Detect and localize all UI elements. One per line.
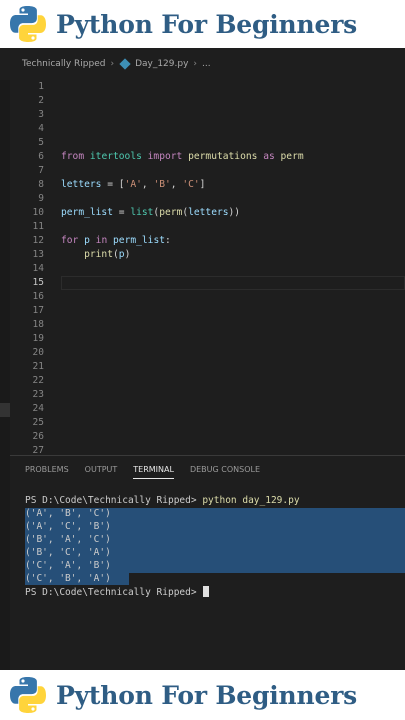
terminal-output-line: ('A', 'C', 'B') — [25, 521, 111, 532]
chevron-right-icon: › — [193, 59, 198, 69]
line-number: 24 — [32, 403, 44, 414]
line-number: 10 — [32, 207, 44, 218]
banner-title: Python For Beginners — [56, 680, 358, 710]
code-line-for[interactable]: for p in perm_list: — [61, 234, 171, 248]
line-number: 23 — [32, 389, 44, 400]
breadcrumb-folder[interactable]: Technically Ripped — [22, 59, 105, 69]
line-number: 25 — [32, 417, 44, 428]
terminal-final-prompt[interactable]: PS D:\Code\Technically Ripped> — [25, 586, 210, 599]
tab-output[interactable]: OUTPUT — [85, 456, 118, 482]
code-line-letters[interactable]: letters = ['A', 'B', 'C'] — [61, 178, 205, 192]
line-number: 1 — [38, 81, 44, 92]
terminal-output-line: ('C', 'A', 'B') — [25, 560, 111, 571]
line-number: 18 — [32, 319, 44, 330]
line-number: 26 — [32, 431, 44, 442]
line-number: 16 — [32, 291, 44, 302]
current-line-highlight — [61, 276, 405, 290]
line-number: 12 — [32, 235, 44, 246]
code-line-import[interactable]: from itertools import permutations as pe… — [61, 150, 304, 164]
terminal-output-line: ('B', 'A', 'C') — [25, 534, 111, 545]
line-number: 3 — [38, 109, 44, 120]
chevron-right-icon: › — [110, 59, 115, 69]
line-number: 2 — [38, 95, 44, 106]
breadcrumb: Technically Ripped › Day_129.py › ... — [0, 48, 405, 80]
code-line-perm-list[interactable]: perm_list = list(perm(letters)) — [61, 206, 240, 220]
line-number: 8 — [38, 179, 44, 190]
python-logo-icon — [10, 6, 46, 42]
line-number: 5 — [38, 137, 44, 148]
bottom-panel: PROBLEMS OUTPUT TERMINAL DEBUG CONSOLE P… — [10, 455, 405, 670]
breadcrumb-more[interactable]: ... — [202, 59, 211, 69]
line-number: 19 — [32, 333, 44, 344]
tab-problems[interactable]: PROBLEMS — [25, 456, 69, 482]
line-number: 9 — [38, 193, 44, 204]
line-number: 14 — [32, 263, 44, 274]
panel-tabs: PROBLEMS OUTPUT TERMINAL DEBUG CONSOLE — [10, 456, 405, 482]
tab-debug-console[interactable]: DEBUG CONSOLE — [190, 456, 260, 482]
banner-title: Python For Beginners — [56, 9, 358, 39]
python-logo-icon — [10, 677, 46, 713]
line-number: 7 — [38, 165, 44, 176]
top-banner: Python For Beginners — [0, 0, 405, 48]
code-line-print[interactable]: print(p) — [61, 248, 130, 262]
line-number-active: 15 — [32, 277, 44, 288]
line-number: 20 — [32, 347, 44, 358]
line-number: 22 — [32, 375, 44, 386]
terminal-command-line: PS D:\Code\Technically Ripped> python da… — [25, 495, 300, 506]
terminal-output-line: ('C', 'B', 'A') — [25, 573, 111, 584]
vscode-window: Technically Ripped › Day_129.py › ... 1 … — [0, 48, 405, 670]
line-number: 21 — [32, 361, 44, 372]
line-number: 17 — [32, 305, 44, 316]
line-number: 6 — [38, 151, 44, 162]
line-number: 13 — [32, 249, 44, 260]
scroll-marker — [0, 403, 10, 417]
tab-terminal[interactable]: TERMINAL — [133, 456, 174, 482]
terminal-cursor — [203, 586, 210, 597]
bottom-banner: Python For Beginners — [0, 670, 405, 720]
breadcrumb-file[interactable]: Day_129.py — [135, 59, 188, 69]
line-number: 11 — [32, 221, 44, 232]
activity-strip — [0, 80, 10, 670]
terminal-output-line: ('B', 'C', 'A') — [25, 547, 111, 558]
python-file-icon — [119, 58, 131, 70]
terminal-output-line: ('A', 'B', 'C') — [25, 508, 111, 519]
line-number: 4 — [38, 123, 44, 134]
